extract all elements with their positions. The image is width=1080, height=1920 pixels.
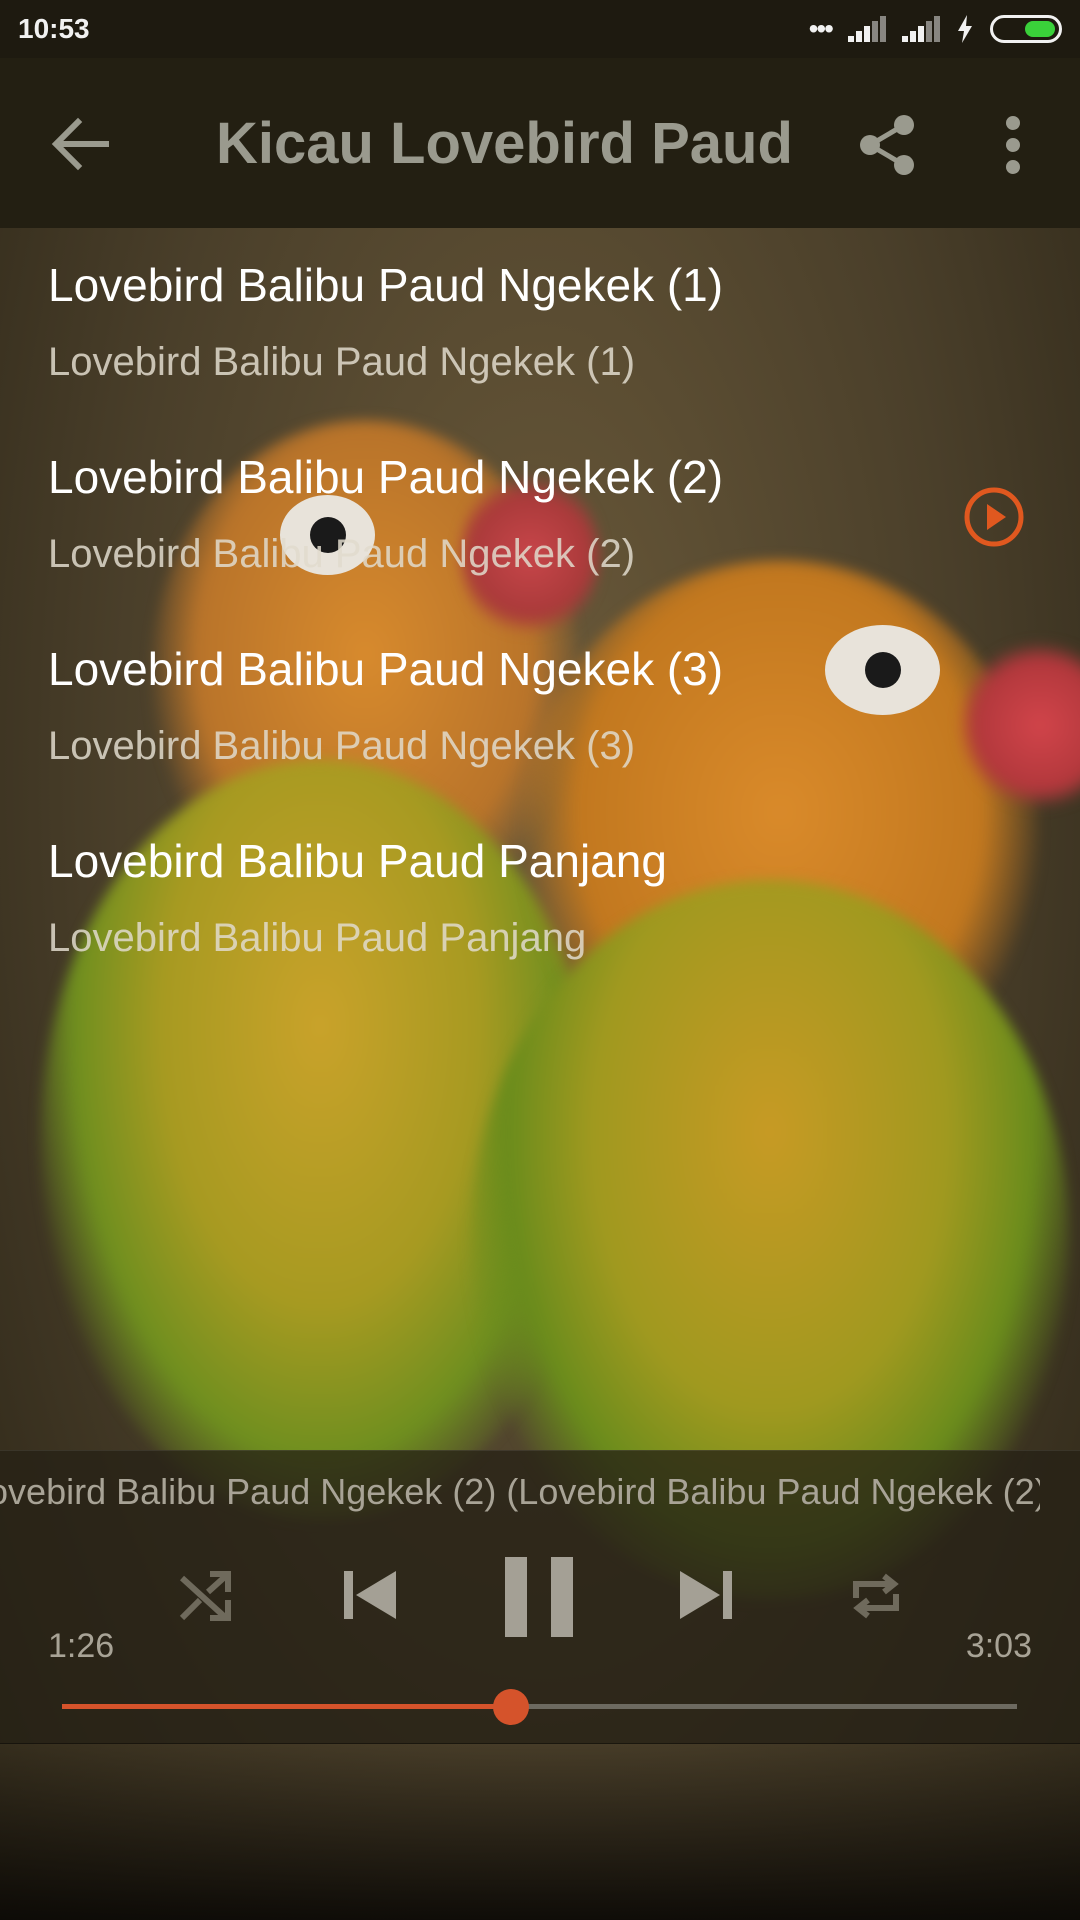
track-title: Lovebird Balibu Paud Ngekek (1) <box>48 259 724 311</box>
track-title: Lovebird Balibu Paud Ngekek (3) <box>48 643 724 695</box>
track-list: Lovebird Balibu Paud Ngekek (1) Lovebird… <box>0 228 1080 996</box>
charging-icon <box>958 15 972 43</box>
track-item-4[interactable]: Lovebird Balibu Paud Panjang Lovebird Ba… <box>0 804 1080 996</box>
track-subtitle: Lovebird Balibu Paud Panjang <box>48 916 587 960</box>
track-title: Lovebird Balibu Paud Ngekek (2) <box>48 451 724 503</box>
now-playing-icon <box>964 487 1024 547</box>
track-item-3[interactable]: Lovebird Balibu Paud Ngekek (3) Lovebird… <box>0 612 1080 804</box>
signal-icon-2 <box>902 16 940 42</box>
battery-icon <box>990 15 1062 43</box>
track-title: Lovebird Balibu Paud Panjang <box>48 835 667 887</box>
repeat-icon[interactable] <box>848 1568 904 1624</box>
total-time: 3:03 <box>965 1627 1032 1665</box>
track-subtitle: Lovebird Balibu Paud Ngekek (3) <box>48 724 636 768</box>
track-item-2[interactable]: Lovebird Balibu Paud Ngekek (2) Lovebird… <box>0 420 1080 612</box>
seek-progress <box>62 1704 511 1709</box>
more-vertical-icon[interactable] <box>998 113 1028 177</box>
player-panel: Lovebird Balibu Paud Ngekek (2) (Lovebir… <box>0 1450 1080 1744</box>
arrow-left-icon[interactable] <box>50 116 110 172</box>
status-bar: 10:53 ••• <box>0 0 1080 58</box>
now-playing-marquee: Lovebird Balibu Paud Ngekek (2) (Lovebir… <box>0 1471 1040 1521</box>
track-item-1[interactable]: Lovebird Balibu Paud Ngekek (1) Lovebird… <box>0 228 1080 420</box>
elapsed-time: 1:26 <box>48 1627 115 1665</box>
shuffle-icon[interactable] <box>178 1568 234 1624</box>
track-subtitle: Lovebird Balibu Paud Ngekek (1) <box>48 340 636 384</box>
bottom-photo-band <box>0 1744 1080 1920</box>
notification-dots-icon: ••• <box>808 13 834 44</box>
share-icon[interactable] <box>858 113 918 177</box>
seek-bar[interactable] <box>62 1689 1017 1725</box>
skip-next-icon[interactable] <box>676 1565 736 1625</box>
app-bar: Kicau Lovebird Paud <box>0 58 1080 228</box>
seek-thumb[interactable] <box>492 1689 529 1725</box>
status-icons: ••• <box>809 13 1062 45</box>
signal-icon <box>848 16 886 42</box>
page-title: Kicau Lovebird Paud <box>216 111 793 176</box>
skip-previous-icon[interactable] <box>340 1565 400 1625</box>
status-time: 10:53 <box>18 13 90 44</box>
now-playing-text: Lovebird Balibu Paud Ngekek (2) (Lovebir… <box>0 1471 1040 1512</box>
pause-icon[interactable] <box>503 1555 575 1639</box>
track-subtitle: Lovebird Balibu Paud Ngekek (2) <box>48 532 636 576</box>
